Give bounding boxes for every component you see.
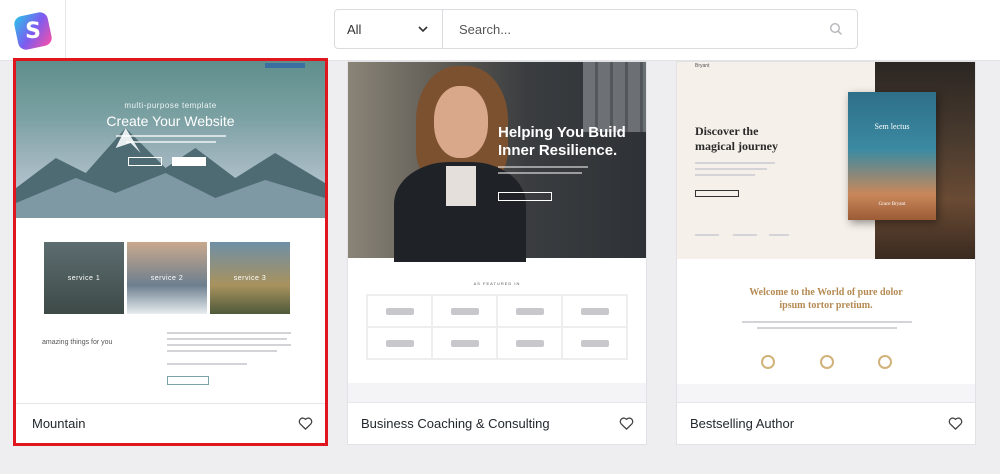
preview-text-line [125, 141, 216, 143]
template-name: Bestselling Author [690, 416, 795, 431]
preview-logo-cell [562, 327, 627, 359]
preview-hero: multi-purpose template Create Your Websi… [16, 61, 325, 218]
chevron-down-icon [418, 26, 428, 33]
preview-text-line [742, 321, 912, 323]
preview-logo-cell [432, 327, 497, 359]
template-card-footer: Mountain [16, 403, 325, 443]
heart-icon[interactable] [948, 416, 963, 431]
preview-logo [733, 234, 757, 236]
category-filter-select[interactable]: All [335, 10, 443, 48]
preview-welcome-heading: Welcome to the World of pure dolor ipsum… [677, 286, 975, 312]
preview-logo-cell [562, 295, 627, 327]
preview-welcome-line: ipsum tortor pretium. [779, 300, 873, 311]
preview-award-badge [820, 355, 834, 369]
preview-logo-cell [367, 295, 432, 327]
preview-button [498, 192, 552, 201]
service-label: service 2 [150, 274, 184, 282]
template-name: Mountain [32, 416, 86, 431]
preview-button [128, 157, 162, 166]
preview-book-author: Grace Bryant [878, 202, 906, 207]
preview-heading-line: Discover the [695, 124, 759, 138]
preview-window-bg [583, 62, 646, 132]
preview-logo-cell [367, 327, 432, 359]
preview-bottom-strip [677, 384, 975, 403]
preview-brand: Bryant [695, 63, 710, 69]
preview-text-line [695, 168, 767, 170]
preview-title: Helping You Build Inner Resilience. [498, 124, 626, 160]
template-preview-bestselling-author[interactable]: Bryant Discover the magical journey Sem … [677, 62, 975, 403]
preview-hero: Helping You Build Inner Resilience. [348, 62, 646, 262]
preview-title-line: Inner Resilience. [498, 142, 618, 159]
preview-featured-label: AS FEATURED IN [473, 281, 521, 286]
preview-text-line [695, 162, 775, 164]
app-logo[interactable]: S [12, 10, 53, 51]
search-icon [829, 22, 842, 35]
template-card-footer: Business Coaching & Consulting [348, 402, 646, 444]
preview-nav [34, 63, 305, 69]
preview-text-line [115, 135, 226, 137]
preview-heading: Discover the magical journey [695, 124, 778, 154]
preview-award-badge [878, 355, 892, 369]
heart-icon[interactable] [619, 416, 634, 431]
preview-logo-cell [432, 295, 497, 327]
search-input[interactable] [443, 10, 815, 48]
preview-text-line [167, 344, 291, 346]
preview-book-cover: Sem lectus Grace Bryant [848, 92, 936, 220]
template-card-mountain[interactable]: multi-purpose template Create Your Websi… [13, 58, 328, 446]
preview-button [167, 376, 209, 385]
template-card-footer: Bestselling Author [677, 402, 975, 444]
category-filter-value: All [347, 21, 362, 37]
logo-area[interactable]: S [0, 0, 66, 61]
preview-text-line [757, 327, 897, 329]
mountain-illustration [16, 128, 325, 218]
service-label: service 3 [233, 274, 267, 282]
preview-button [695, 190, 739, 197]
search-bar: All [334, 9, 858, 49]
heart-icon[interactable] [298, 416, 313, 431]
preview-text-line [167, 350, 277, 352]
preview-bottom-strip [348, 383, 646, 403]
preview-service-3: service 3 [210, 242, 290, 314]
preview-text-line [167, 332, 291, 334]
preview-button [172, 157, 206, 166]
preview-title-line: Helping You Build [498, 124, 626, 141]
preview-award-badge [761, 355, 775, 369]
top-bar: S All [0, 0, 1000, 61]
template-preview-mountain[interactable]: multi-purpose template Create Your Websi… [16, 61, 325, 404]
preview-heading-line: magical journey [695, 139, 778, 153]
template-preview-business-coaching[interactable]: Helping You Build Inner Resilience. AS F… [348, 62, 646, 403]
preview-service-1: service 1 [44, 242, 124, 314]
template-card-business-coaching[interactable]: Helping You Build Inner Resilience. AS F… [347, 61, 647, 445]
preview-text-line [498, 172, 582, 174]
preview-person-face [434, 86, 488, 158]
preview-logo [769, 234, 789, 236]
preview-text-line [167, 363, 247, 365]
preview-text-line [695, 174, 755, 176]
preview-title: Create Your Website [106, 113, 235, 129]
preview-logo-grid [366, 294, 628, 360]
preview-book-title: Sem lectus [874, 122, 910, 131]
preview-service-2: service 2 [127, 242, 207, 314]
template-card-bestselling-author[interactable]: Bryant Discover the magical journey Sem … [676, 61, 976, 445]
preview-subtitle: multi-purpose template [124, 101, 217, 110]
preview-section-heading: amazing things for you [42, 339, 113, 346]
preview-welcome-line: Welcome to the World of pure dolor [749, 287, 903, 298]
template-name: Business Coaching & Consulting [361, 416, 550, 431]
preview-logo-cell [497, 295, 562, 327]
preview-logo-cell [497, 327, 562, 359]
preview-text-line [167, 338, 287, 340]
preview-person-shirt [446, 166, 476, 206]
service-label: service 1 [67, 274, 101, 282]
preview-hero: Bryant Discover the magical journey Sem … [677, 62, 975, 259]
search-button[interactable] [815, 10, 857, 48]
preview-logo [695, 234, 719, 236]
app-logo-letter: S [24, 18, 41, 44]
preview-text-line [498, 166, 588, 168]
